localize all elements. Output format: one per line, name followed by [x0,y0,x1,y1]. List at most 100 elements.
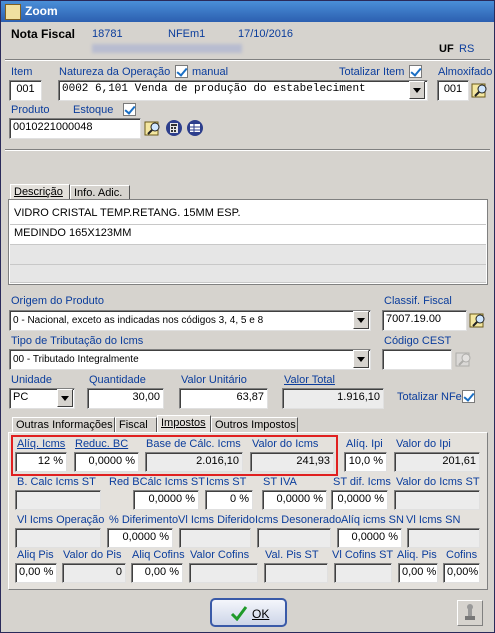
red-bc-st-field[interactable]: 0,0000 % [133,490,199,510]
diferimento-field[interactable]: 0,0000 % [107,528,173,548]
produto-field[interactable]: 0010221000048 [9,118,141,139]
aliq-ipi-label: Alíq. Ipi [346,438,383,450]
vl-cofins-st-label: Vl Cofins ST [332,549,394,561]
valor-unitario-label: Valor Unitário [181,374,247,386]
val-pis-st-label: Val. Pis ST [265,549,319,561]
desonerado-field [257,528,331,548]
st-iva-field[interactable]: 0,0000 % [262,490,327,510]
aliq-icms-label: Alíq. Icms [17,438,66,450]
origem-select[interactable]: 0 - Nacional, exceto as indicadas nos có… [9,310,371,331]
nota-number: 18781 [92,28,123,40]
b-calc-st-label: B. Calc Icms ST [17,476,96,488]
unidade-dropdown-button[interactable] [57,389,73,407]
aliq-cofins-field[interactable]: 0,00 % [131,563,183,583]
vl-icms-op-label: Vl Icms Operação [17,514,105,526]
tab-outras-informacoes[interactable]: Outras Informações [12,417,115,432]
classif-label: Classif. Fiscal [384,295,452,307]
cest-field[interactable] [382,349,452,370]
valor-cofins-label: Valor Cofins [190,549,250,561]
tab-info-adic[interactable]: Info. Adic. [70,185,130,200]
valor-ipi-field: 201,61 [394,452,480,472]
descricao-line-3[interactable] [10,245,486,265]
check-icon [230,605,248,624]
val-pis-st-field [264,563,328,583]
cest-label: Código CEST [384,335,452,347]
nota-type: NFEm1 [168,28,206,40]
quantidade-field[interactable]: 30,00 [87,388,164,409]
cofins-field[interactable]: 0,00% [443,563,480,583]
descricao-line-2[interactable]: MEDINDO 165X123MM [10,225,486,245]
title-bar[interactable]: Zoom [1,1,494,22]
natureza-label: Natureza da Operação [59,66,171,78]
valor-total-label[interactable]: Valor Total [284,374,335,386]
cest-search-icon[interactable] [455,350,473,368]
manual-checkbox[interactable] [175,65,188,78]
produto-search-icon[interactable] [144,119,162,137]
base-calc-field: 2.016,10 [145,452,243,472]
cofins-label: Cofins [446,549,478,561]
quantidade-label: Quantidade [89,374,146,386]
st-iva-label: ST IVA [263,476,297,488]
b-calc-st-field [15,490,101,510]
descricao-panel[interactable]: VIDRO CRISTAL TEMP.RETANG. 15MM ESP. MED… [8,199,488,285]
aliq-ipi-field[interactable]: 10,0 % [344,452,387,472]
item-field[interactable]: 001 [9,80,42,101]
aliq-icms-field[interactable]: 12 % [15,452,67,472]
tab-descricao[interactable]: Descrição [10,184,70,199]
aliq-cofins-label: Aliq Cofins [132,549,185,561]
totalizar-nfe-label: Totalizar NFe [397,391,462,403]
tributacao-label: Tipo de Tributação do Icms [11,335,144,347]
st-dif-field[interactable]: 0,0000 % [331,490,388,510]
valor-st-field [394,490,480,510]
descricao-line-1[interactable]: VIDRO CRISTAL TEMP.RETANG. 15MM ESP. [10,205,486,225]
icms-st-label: Icms ST [206,476,247,488]
natureza-dropdown-button[interactable] [409,81,425,99]
unidade-label: Unidade [11,374,52,386]
aliq-pis-label: Aliq Pis [17,549,54,561]
tab-fiscal[interactable]: Fiscal [115,417,157,432]
almoxifado-search-icon[interactable] [471,81,489,99]
nota-date: 17/10/2016 [238,28,294,40]
estoque-checkbox[interactable] [123,103,136,116]
descricao-line-4[interactable] [10,265,486,283]
estoque-label: Estoque [73,104,114,116]
vl-dif-field [179,528,251,548]
tab-impostos[interactable]: Impostos [157,415,211,432]
valor-pis-label: Valor do Pis [63,549,122,561]
reduc-bc-field[interactable]: 0,0000 % [74,452,139,472]
calculator-icon[interactable] [165,119,183,137]
classif-field[interactable]: 7007.19.00 [382,310,467,331]
vl-sn-field [407,528,480,548]
stamp-icon[interactable] [457,600,483,626]
totalizar-nfe-checkbox[interactable] [462,390,475,403]
app-icon [5,4,21,20]
manual-label: manual [192,66,229,78]
ok-button[interactable]: OK [210,598,287,627]
section-title: Nota Fiscal [11,27,76,41]
aliq-pis2-field[interactable]: 0,00 % [398,563,438,583]
valor-st-label: Valor do Icms ST [396,476,480,488]
valor-icms-label: Valor do Icms [252,438,319,450]
origem-dropdown-button[interactable] [353,311,369,329]
window-title: Zoom [25,4,58,18]
zoom-window: Zoom Nota Fiscal 18781 NFEm1 17/10/2016 … [0,0,495,633]
st-dif-label: ST dif. Icms [333,476,391,488]
almoxifado-field[interactable]: 001 [437,80,469,101]
classif-search-icon[interactable] [469,311,487,329]
icms-st-field[interactable]: 0 % [205,490,253,510]
tab-outros-impostos[interactable]: Outros Impostos [211,417,298,432]
header-divider [5,59,490,61]
aliq-pis-field[interactable]: 0,00 % [15,563,57,583]
red-bc-st-label: Red BCálc Icms ST [109,476,205,488]
base-calc-label: Base de Cálc. Icms [146,438,241,450]
valor-pis-field: 0 [62,563,126,583]
aliq-sn-field[interactable]: 0,0000 % [337,528,402,548]
grid-icon[interactable] [186,119,204,137]
totalizar-item-checkbox[interactable] [409,65,422,78]
tributacao-select[interactable]: 00 - Tributado Integralmente [9,349,371,370]
tributacao-dropdown-button[interactable] [353,350,369,368]
natureza-select[interactable]: 0002 6,101 Venda de produção do estabele… [58,80,428,101]
uf-label: UF [439,43,454,55]
valor-unitario-field[interactable]: 63,87 [179,388,268,409]
origem-label: Origem do Produto [11,295,104,307]
